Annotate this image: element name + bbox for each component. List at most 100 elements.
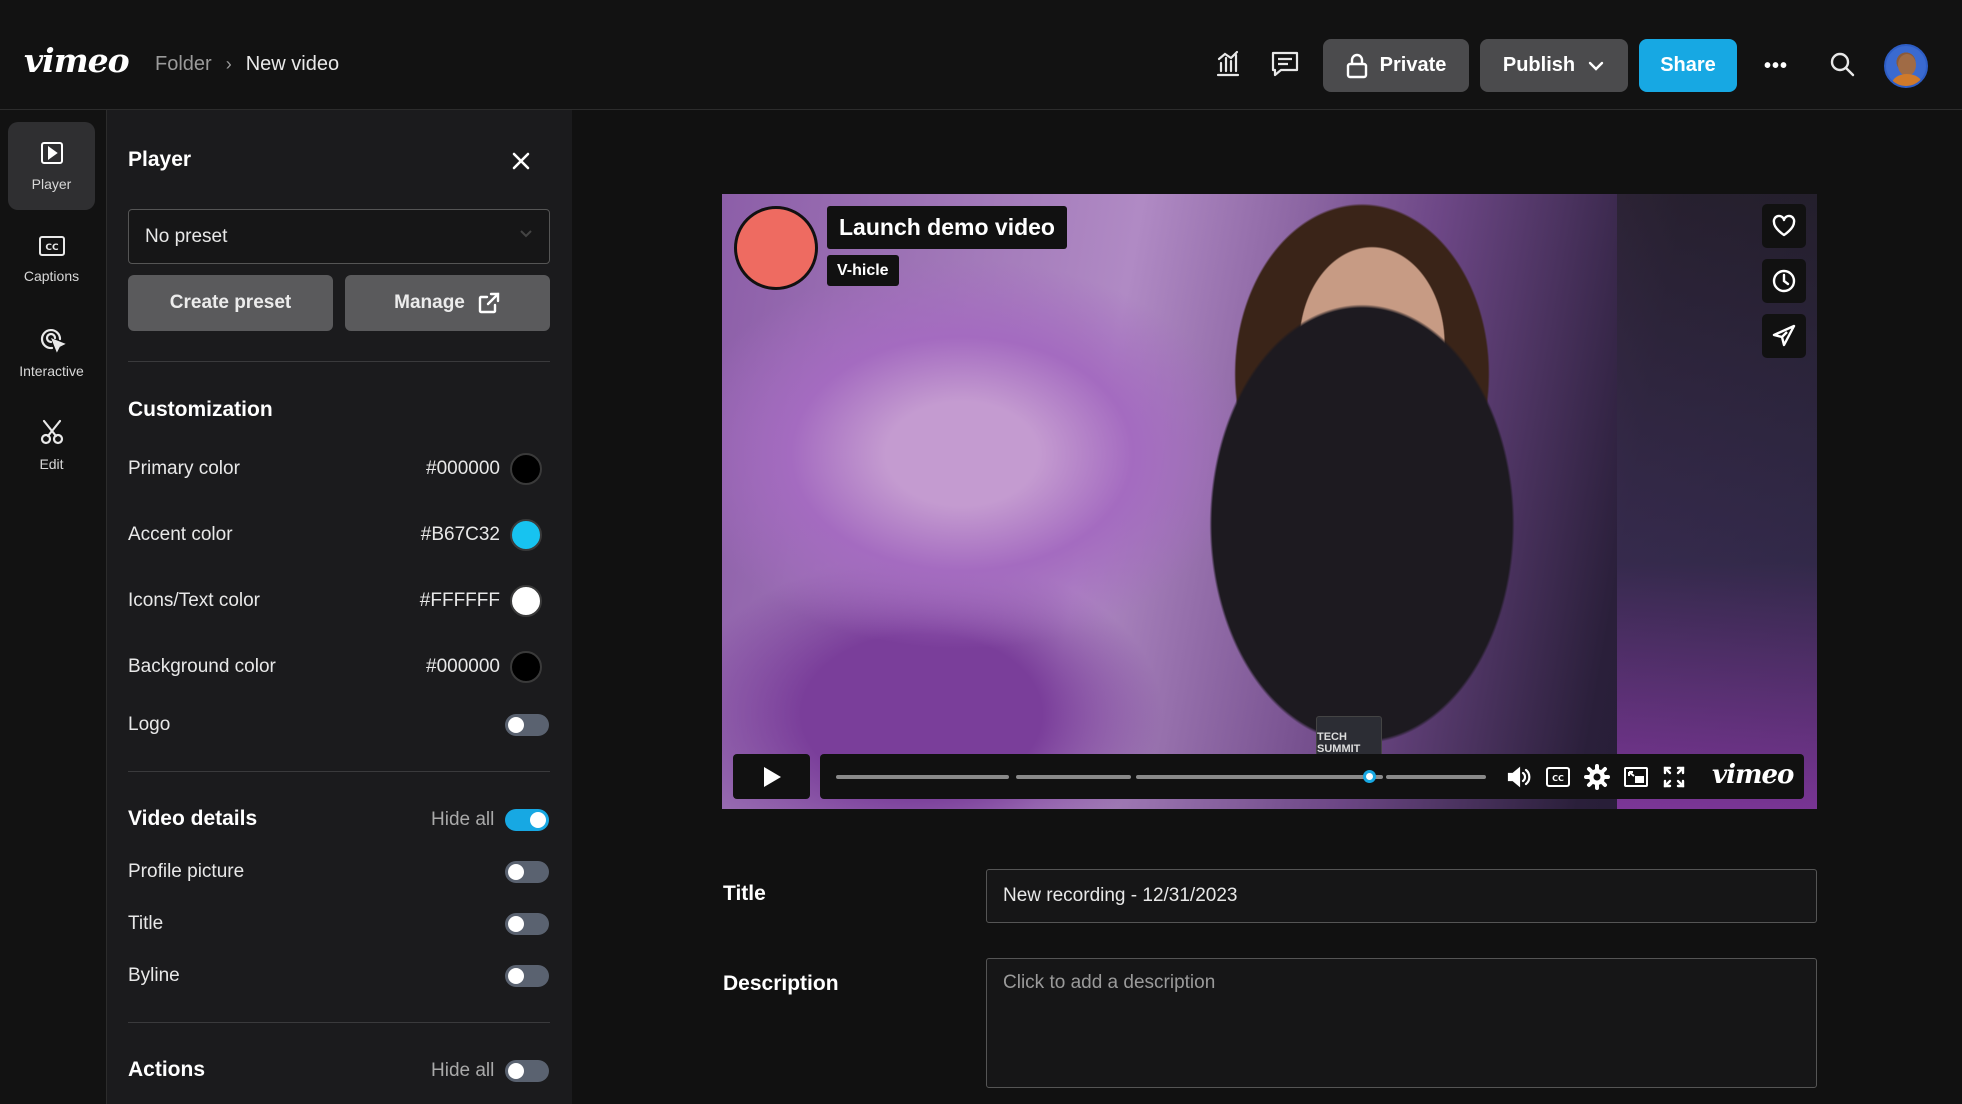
video-details-title: Video details xyxy=(128,807,258,830)
avatar[interactable] xyxy=(1884,44,1928,88)
divider xyxy=(128,771,550,772)
divider xyxy=(128,1022,550,1023)
rail-item-player[interactable]: Player xyxy=(8,122,95,210)
progress-segment[interactable] xyxy=(1386,775,1486,779)
description-input[interactable]: Click to add a description xyxy=(986,958,1817,1088)
background-color-value[interactable]: #000000 xyxy=(426,656,500,678)
actions-title: Actions xyxy=(128,1058,206,1081)
svg-text:CC: CC xyxy=(45,243,59,253)
breadcrumb-separator: › xyxy=(225,54,232,74)
private-button[interactable]: Private xyxy=(1323,39,1469,92)
clock-icon xyxy=(1772,269,1796,293)
rail-item-label: Edit xyxy=(39,456,64,472)
byline-toggle[interactable] xyxy=(505,965,549,987)
primary-color-label: Primary color xyxy=(128,458,240,479)
private-label: Private xyxy=(1379,54,1447,76)
video-vimeo-logo[interactable]: vimeo xyxy=(1712,760,1794,790)
icons-text-color-value[interactable]: #FFFFFF xyxy=(420,590,500,612)
publish-label: Publish xyxy=(1502,54,1576,76)
left-rail: Player CC Captions Interactive Edit xyxy=(0,110,107,1104)
play-button[interactable] xyxy=(733,754,810,799)
chevron-down-icon xyxy=(1588,61,1604,71)
play-icon xyxy=(763,766,781,787)
primary-color-value[interactable]: #000000 xyxy=(426,458,500,480)
player-settings-panel: Player No preset Create preset Manage Cu… xyxy=(107,110,572,1104)
customization-title: Customization xyxy=(128,398,273,421)
interactive-icon xyxy=(40,328,66,353)
description-field-label: Description xyxy=(723,972,839,995)
video-details-hide-all-label: Hide all xyxy=(431,809,495,830)
chevron-down-icon xyxy=(520,230,532,238)
rail-item-label: Interactive xyxy=(19,363,84,379)
primary-color-swatch[interactable] xyxy=(510,453,542,485)
breadcrumb-current: New video xyxy=(245,53,340,75)
title-toggle[interactable] xyxy=(505,913,549,935)
fullscreen-icon[interactable] xyxy=(1660,763,1688,791)
watch-later-button[interactable] xyxy=(1762,259,1806,303)
progress-segment[interactable] xyxy=(836,775,1009,779)
video-preview[interactable]: TECH SUMMIT Launch demo video V-hicle CC xyxy=(722,194,1817,809)
share-video-button[interactable] xyxy=(1762,314,1806,358)
icons-text-color-label: Icons/Text color xyxy=(128,590,260,611)
progress-segment[interactable] xyxy=(1016,775,1131,779)
like-button[interactable] xyxy=(1762,204,1806,248)
title-field-label: Title xyxy=(723,882,766,905)
icons-text-color-swatch[interactable] xyxy=(510,585,542,617)
accent-color-label: Accent color xyxy=(128,524,233,545)
background-color-swatch[interactable] xyxy=(510,651,542,683)
logo-toggle[interactable] xyxy=(505,714,549,736)
comments-icon[interactable] xyxy=(1269,48,1301,80)
actions-hide-all-toggle[interactable] xyxy=(505,1060,549,1082)
rail-item-edit[interactable]: Edit xyxy=(8,401,95,489)
breadcrumb-folder[interactable]: Folder xyxy=(155,53,212,76)
manage-button[interactable]: Manage xyxy=(345,275,550,331)
more-options-icon[interactable]: ••• xyxy=(1760,50,1792,82)
share-label: Share xyxy=(1660,54,1716,76)
heart-icon xyxy=(1772,214,1796,237)
captions-icon: CC xyxy=(38,236,65,256)
video-controls-bar: CC vimeo xyxy=(820,754,1804,799)
publish-button[interactable]: Publish xyxy=(1480,39,1628,92)
video-byline[interactable]: V-hicle xyxy=(827,255,899,286)
rail-item-captions[interactable]: CC Captions xyxy=(8,215,95,303)
vimeo-logo[interactable]: vimeo xyxy=(24,44,130,77)
background-color-label: Background color xyxy=(128,656,276,677)
accent-color-swatch[interactable] xyxy=(510,519,542,551)
panel-title: Player xyxy=(128,148,192,171)
top-bar: vimeo Folder › New video Private Publish… xyxy=(0,0,1962,110)
share-button[interactable]: Share xyxy=(1639,39,1737,92)
manage-label: Manage xyxy=(394,292,465,313)
actions-hide-all-label: Hide all xyxy=(431,1060,495,1081)
external-link-icon xyxy=(478,292,500,314)
close-icon[interactable] xyxy=(510,150,532,172)
byline-label: Byline xyxy=(128,965,180,986)
search-icon[interactable] xyxy=(1826,48,1858,80)
create-preset-button[interactable]: Create preset xyxy=(128,275,333,331)
video-title[interactable]: Launch demo video xyxy=(827,206,1067,249)
settings-gear-icon[interactable] xyxy=(1583,763,1611,791)
accent-color-value[interactable]: #B67C32 xyxy=(421,524,500,546)
create-preset-label: Create preset xyxy=(169,292,292,313)
divider xyxy=(128,361,550,362)
svg-text:CC: CC xyxy=(1552,774,1564,783)
profile-picture-label: Profile picture xyxy=(128,861,245,882)
picture-in-picture-icon[interactable] xyxy=(1622,763,1650,791)
profile-picture-toggle[interactable] xyxy=(505,861,549,883)
progress-segment[interactable] xyxy=(1136,775,1383,779)
rail-item-label: Captions xyxy=(23,268,80,284)
video-details-hide-all-toggle[interactable] xyxy=(505,809,549,831)
title-input[interactable]: New recording - 12/31/2023 xyxy=(986,869,1817,923)
progress-handle[interactable] xyxy=(1363,770,1376,783)
volume-icon[interactable] xyxy=(1505,763,1533,791)
preset-select[interactable]: No preset xyxy=(128,209,550,264)
breadcrumb: Folder › New video xyxy=(155,53,339,76)
send-icon xyxy=(1772,324,1796,347)
preset-value: No preset xyxy=(145,225,228,247)
player-icon xyxy=(40,142,63,164)
rail-item-interactive[interactable]: Interactive xyxy=(8,308,95,396)
analytics-icon[interactable] xyxy=(1212,48,1244,80)
lock-icon xyxy=(1346,53,1367,78)
logo-label: Logo xyxy=(128,714,171,735)
captions-toggle-icon[interactable]: CC xyxy=(1544,763,1572,791)
video-profile-picture[interactable] xyxy=(734,206,818,290)
